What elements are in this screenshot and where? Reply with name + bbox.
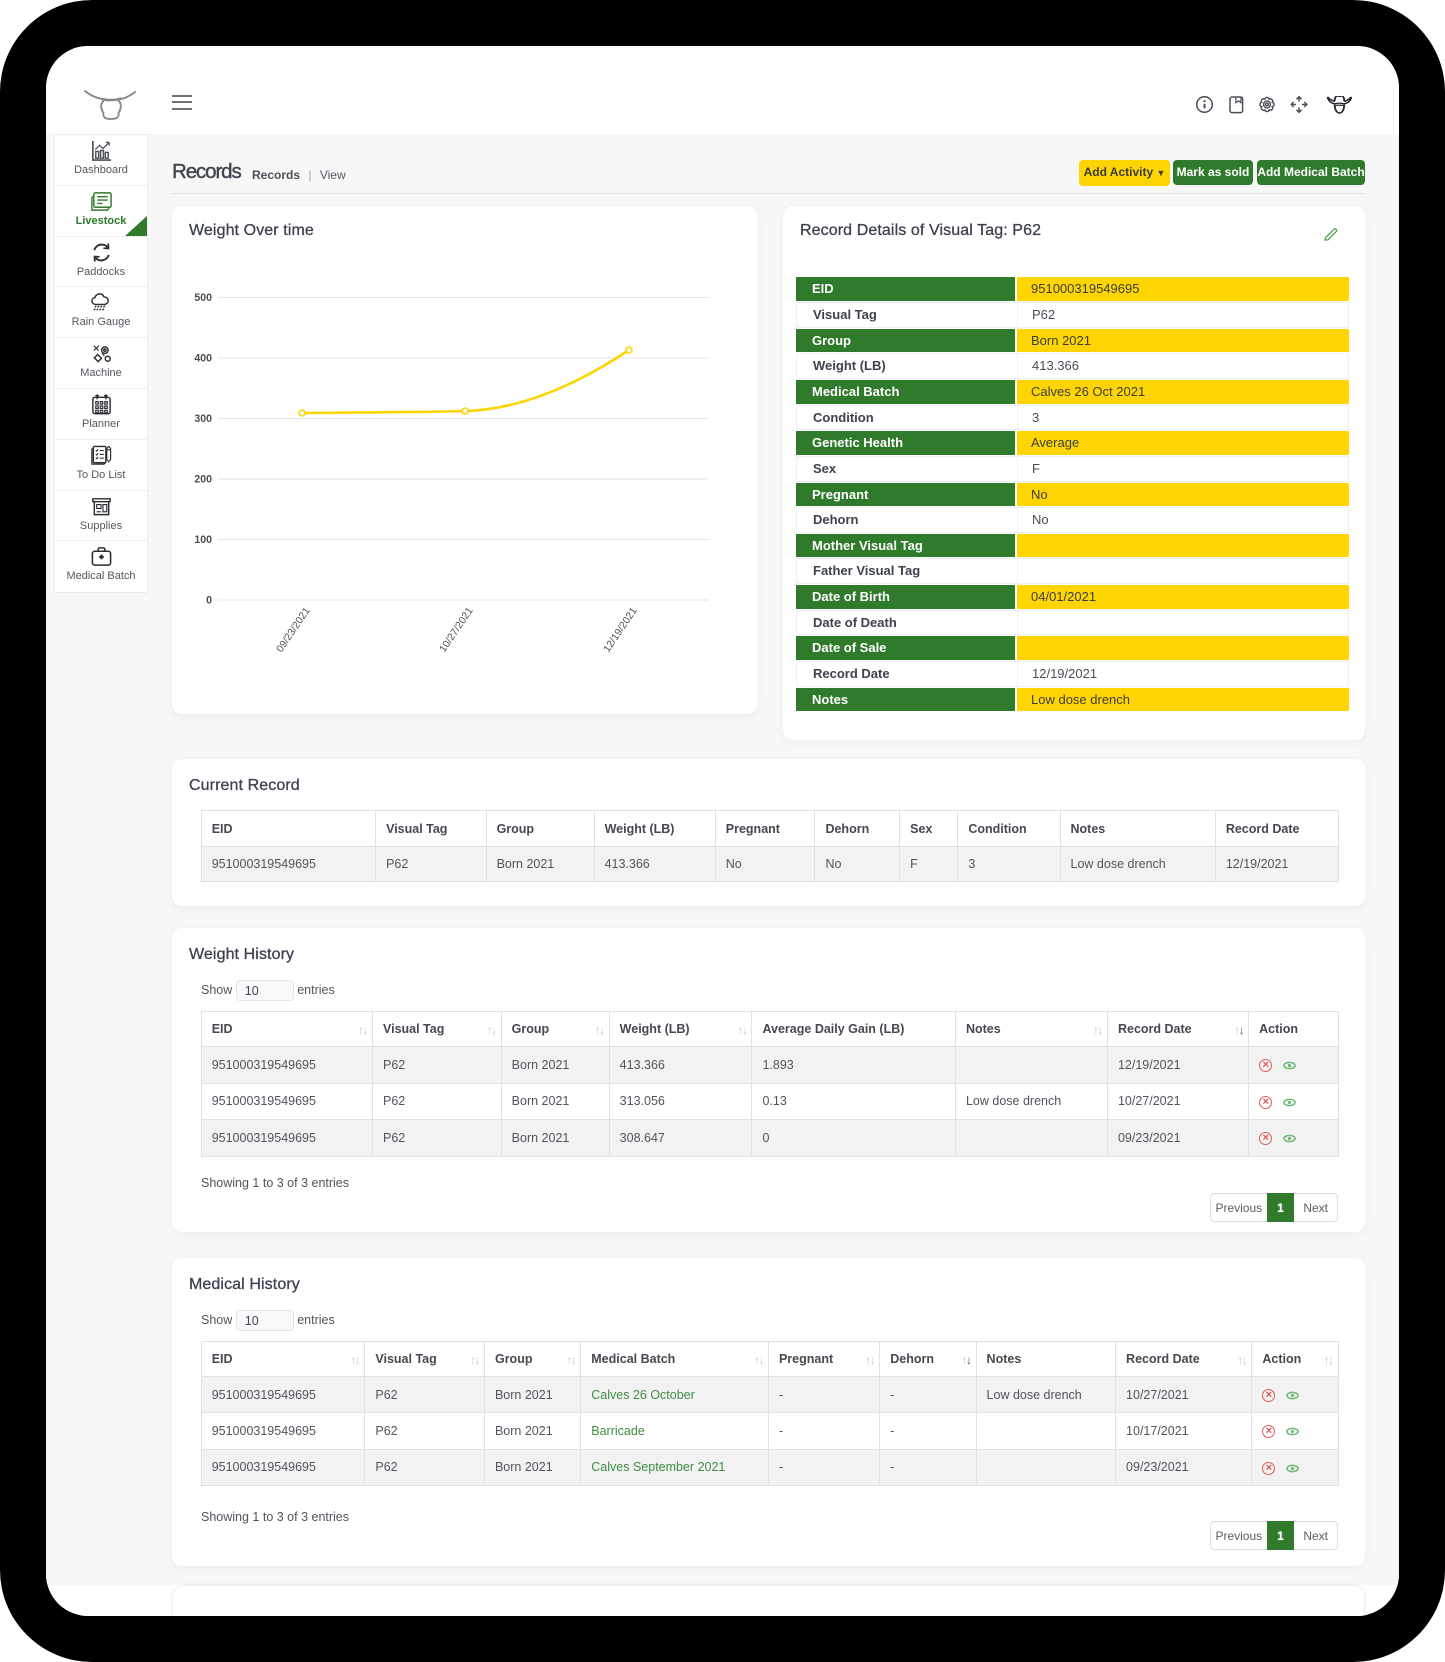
svg-text:09/23/2021: 09/23/2021 <box>275 606 313 655</box>
svg-text:200: 200 <box>194 474 212 486</box>
svg-text:12/19/2021: 12/19/2021 <box>602 606 640 655</box>
svg-text:500: 500 <box>194 292 212 304</box>
svg-text:300: 300 <box>194 413 212 425</box>
svg-text:0: 0 <box>206 595 212 607</box>
svg-text:10/27/2021: 10/27/2021 <box>438 606 476 655</box>
svg-text:100: 100 <box>194 534 212 546</box>
svg-text:400: 400 <box>194 353 212 365</box>
